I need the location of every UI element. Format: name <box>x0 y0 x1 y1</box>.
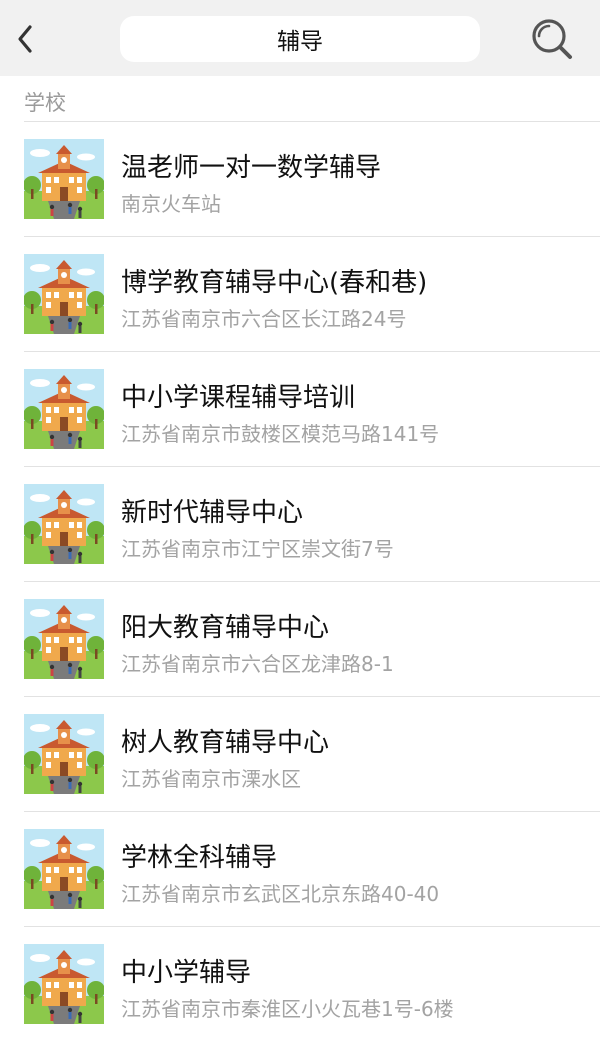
item-name: 中小学辅导 <box>121 958 252 988</box>
school-list: 温老师一对一数学辅导 南京火车站 博学教育辅导中心(春和巷) 江苏省南京市六合区… <box>0 122 600 1038</box>
top-bar: 辅导 <box>0 0 600 76</box>
school-building-icon <box>24 829 104 909</box>
list-item[interactable]: 温老师一对一数学辅导 南京火车站 <box>0 122 600 237</box>
item-address: 江苏省南京市六合区龙津路8-1 <box>121 652 394 676</box>
list-item[interactable]: 博学教育辅导中心(春和巷) 江苏省南京市六合区长江路24号 <box>0 237 600 352</box>
school-building-icon <box>24 369 104 449</box>
item-name: 新时代辅导中心 <box>121 498 304 528</box>
item-address: 江苏省南京市江宁区崇文街7号 <box>121 537 394 561</box>
item-address: 江苏省南京市六合区长江路24号 <box>121 307 407 331</box>
item-name: 学林全科辅导 <box>121 843 278 873</box>
item-address: 江苏省南京市鼓楼区模范马路141号 <box>121 422 440 446</box>
page-title: 辅导 <box>277 29 323 55</box>
item-name: 中小学课程辅导培训 <box>121 383 356 413</box>
search-box[interactable]: 辅导 <box>120 16 480 62</box>
school-building-icon <box>24 484 104 564</box>
item-name: 温老师一对一数学辅导 <box>121 153 382 183</box>
search-button[interactable] <box>526 14 578 64</box>
chevron-left-icon <box>18 25 32 53</box>
search-icon <box>532 19 572 59</box>
item-name: 阳大教育辅导中心 <box>121 613 330 643</box>
item-address: 南京火车站 <box>121 192 221 216</box>
school-building-icon <box>24 254 104 334</box>
item-name: 博学教育辅导中心(春和巷) <box>121 268 428 298</box>
school-building-icon <box>24 944 104 1024</box>
back-button[interactable] <box>10 20 40 58</box>
list-item[interactable]: 树人教育辅导中心 江苏省南京市溧水区 <box>0 697 600 812</box>
school-building-icon <box>24 599 104 679</box>
list-item[interactable]: 中小学辅导 江苏省南京市秦淮区小火瓦巷1号-6楼 <box>0 927 600 1038</box>
item-address: 江苏省南京市秦淮区小火瓦巷1号-6楼 <box>121 997 454 1021</box>
list-item[interactable]: 阳大教育辅导中心 江苏省南京市六合区龙津路8-1 <box>0 582 600 697</box>
list-item[interactable]: 新时代辅导中心 江苏省南京市江宁区崇文街7号 <box>0 467 600 582</box>
item-address: 江苏省南京市玄武区北京东路40-40 <box>121 882 440 906</box>
item-name: 树人教育辅导中心 <box>121 728 330 758</box>
school-building-icon <box>24 139 104 219</box>
item-address: 江苏省南京市溧水区 <box>121 767 301 791</box>
school-building-icon <box>24 714 104 794</box>
section-header: 学校 <box>24 91 66 115</box>
list-item[interactable]: 学林全科辅导 江苏省南京市玄武区北京东路40-40 <box>0 812 600 927</box>
list-item[interactable]: 中小学课程辅导培训 江苏省南京市鼓楼区模范马路141号 <box>0 352 600 467</box>
